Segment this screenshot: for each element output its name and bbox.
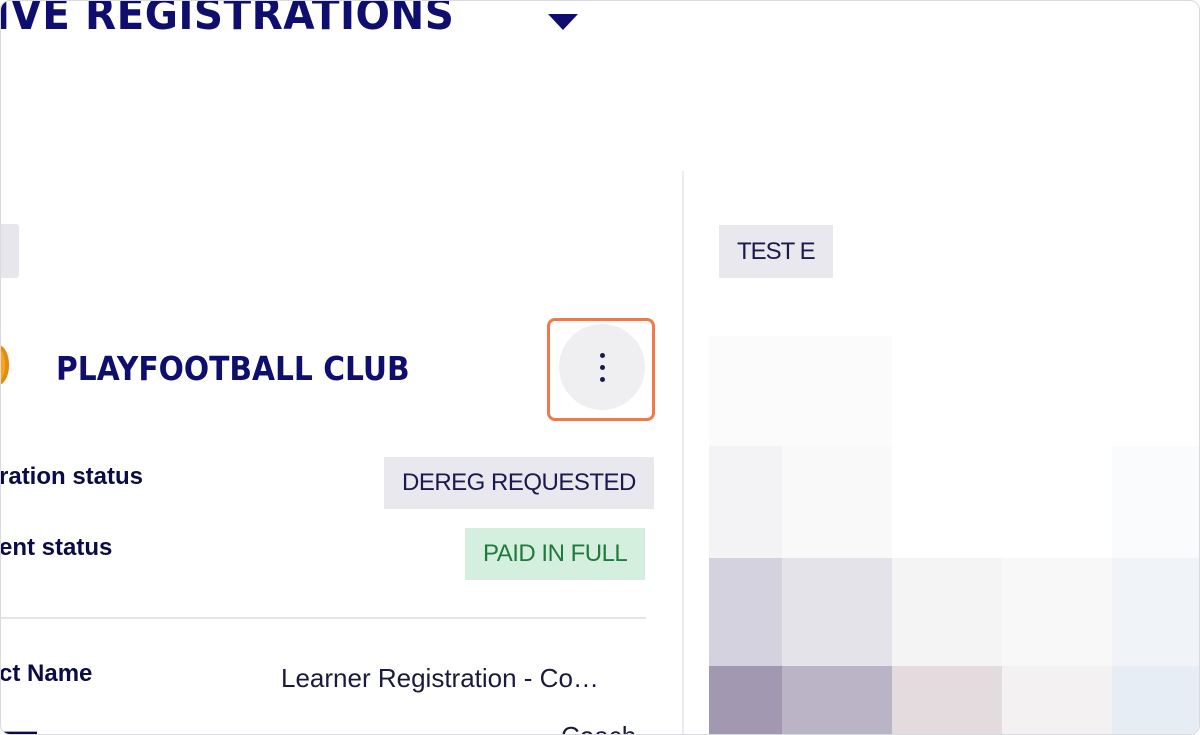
payment-status-badge: PAID IN FULL <box>465 528 646 580</box>
app-window: IVE REGISTRATIONS PLAYFOOTBALL CLUB rati… <box>0 0 1200 735</box>
club-logo-icon <box>1 345 9 385</box>
role-value: Coach <box>561 721 636 734</box>
test-chip: TEST E <box>719 225 833 278</box>
payment-status-label: ent status <box>0 534 113 561</box>
left-card-chip <box>1 224 19 278</box>
card-divider <box>1 617 646 619</box>
club-name: PLAYFOOTBALL CLUB <box>56 349 410 388</box>
registration-status-label: ration status <box>0 463 144 490</box>
cut-off-label <box>1 731 37 734</box>
title-dropdown-button[interactable] <box>548 14 578 32</box>
product-name-label: ct Name <box>0 660 93 687</box>
product-name-value: Learner Registration - Co… <box>281 663 599 693</box>
page-title: IVE REGISTRATIONS <box>0 0 455 40</box>
column-divider <box>682 171 684 734</box>
more-options-button[interactable] <box>559 324 645 410</box>
more-vertical-icon <box>599 349 605 385</box>
registration-status-badge: DEREG REQUESTED <box>384 457 654 509</box>
pixelated-image <box>709 336 1199 734</box>
caret-down-icon <box>548 14 578 30</box>
